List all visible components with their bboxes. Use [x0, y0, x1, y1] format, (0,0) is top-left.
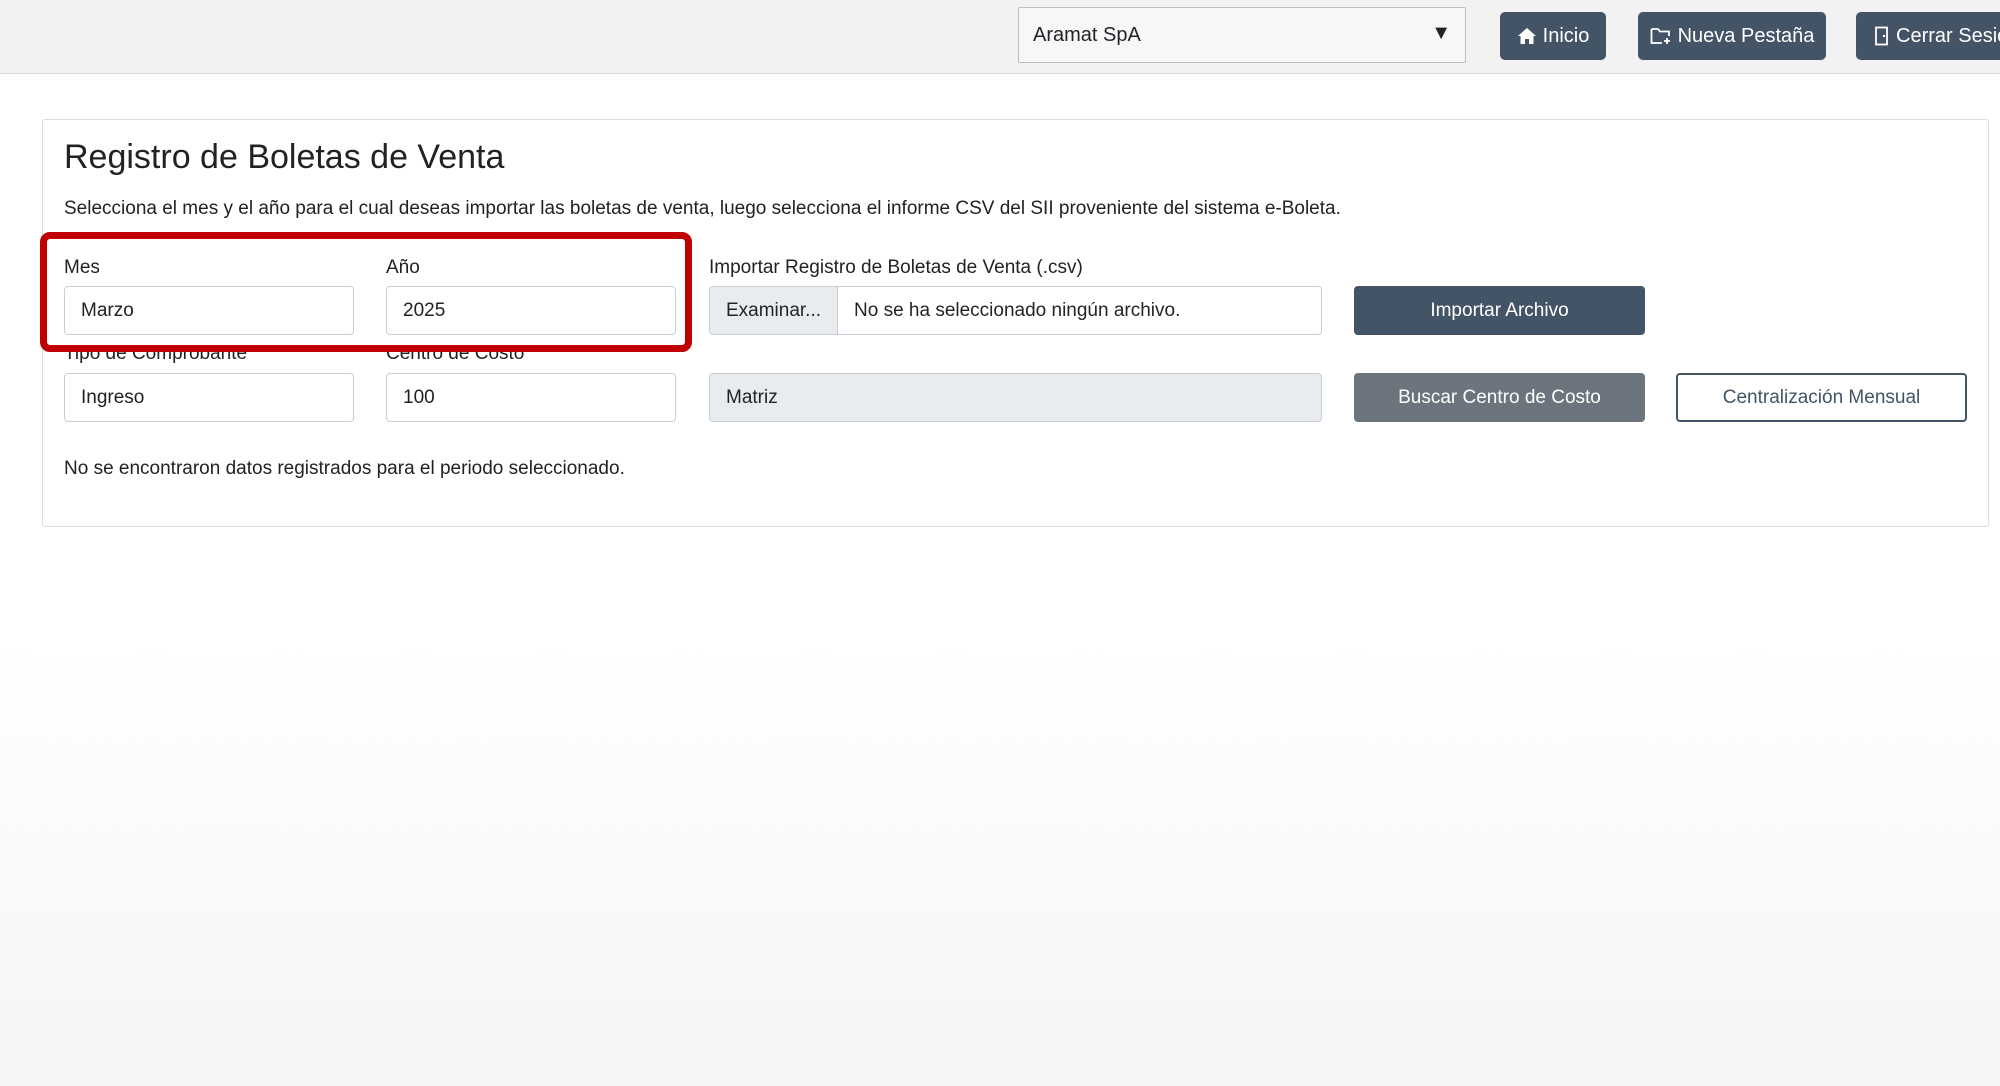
home-icon [1517, 28, 1536, 44]
cost-center-field[interactable]: 100 [386, 373, 676, 422]
monthly-centralization-button[interactable]: Centralización Mensual [1676, 373, 1967, 422]
search-cost-center-button-label: Buscar Centro de Costo [1398, 386, 1601, 408]
browse-button[interactable]: Examinar... [710, 287, 838, 334]
home-button-label: Inicio [1542, 24, 1590, 47]
highlight-annotation-box [40, 232, 692, 352]
import-file-button-label: Importar Archivo [1430, 299, 1569, 321]
company-select-value: Aramat SpA [1033, 23, 1141, 46]
search-cost-center-button[interactable]: Buscar Centro de Costo [1354, 373, 1645, 422]
logout-button-label: Cerrar Sesió [1896, 24, 2000, 47]
door-icon [1875, 26, 1888, 46]
page-description: Selecciona el mes y el año para el cual … [64, 198, 1341, 219]
home-button[interactable]: Inicio [1500, 12, 1606, 60]
import-file-label: Importar Registro de Boletas de Venta (.… [709, 257, 1083, 278]
new-folder-icon [1650, 28, 1670, 44]
monthly-centralization-button-label: Centralización Mensual [1722, 386, 1921, 408]
file-name-display: No se ha seleccionado ningún archivo. [854, 299, 1181, 321]
new-tab-button[interactable]: Nueva Pestaña [1638, 12, 1826, 60]
company-select[interactable]: Aramat SpA ▼ [1018, 7, 1466, 63]
logout-button[interactable]: Cerrar Sesió [1856, 12, 2000, 60]
empty-state-message: No se encontraron datos registrados para… [64, 458, 625, 479]
import-file-button[interactable]: Importar Archivo [1354, 286, 1645, 335]
voucher-type-field[interactable]: Ingreso [64, 373, 354, 422]
page-title: Registro de Boletas de Venta [64, 138, 505, 176]
browse-button-label: Examinar... [725, 299, 822, 321]
cost-center-name-value: Matriz [726, 386, 778, 408]
file-input[interactable]: Examinar... No se ha seleccionado ningún… [709, 286, 1322, 335]
chevron-down-icon: ▼ [1431, 22, 1451, 44]
voucher-type-value: Ingreso [81, 386, 145, 408]
cost-center-value: 100 [403, 386, 435, 408]
cost-center-name-field: Matriz [709, 373, 1322, 422]
new-tab-button-label: Nueva Pestaña [1677, 24, 1815, 47]
